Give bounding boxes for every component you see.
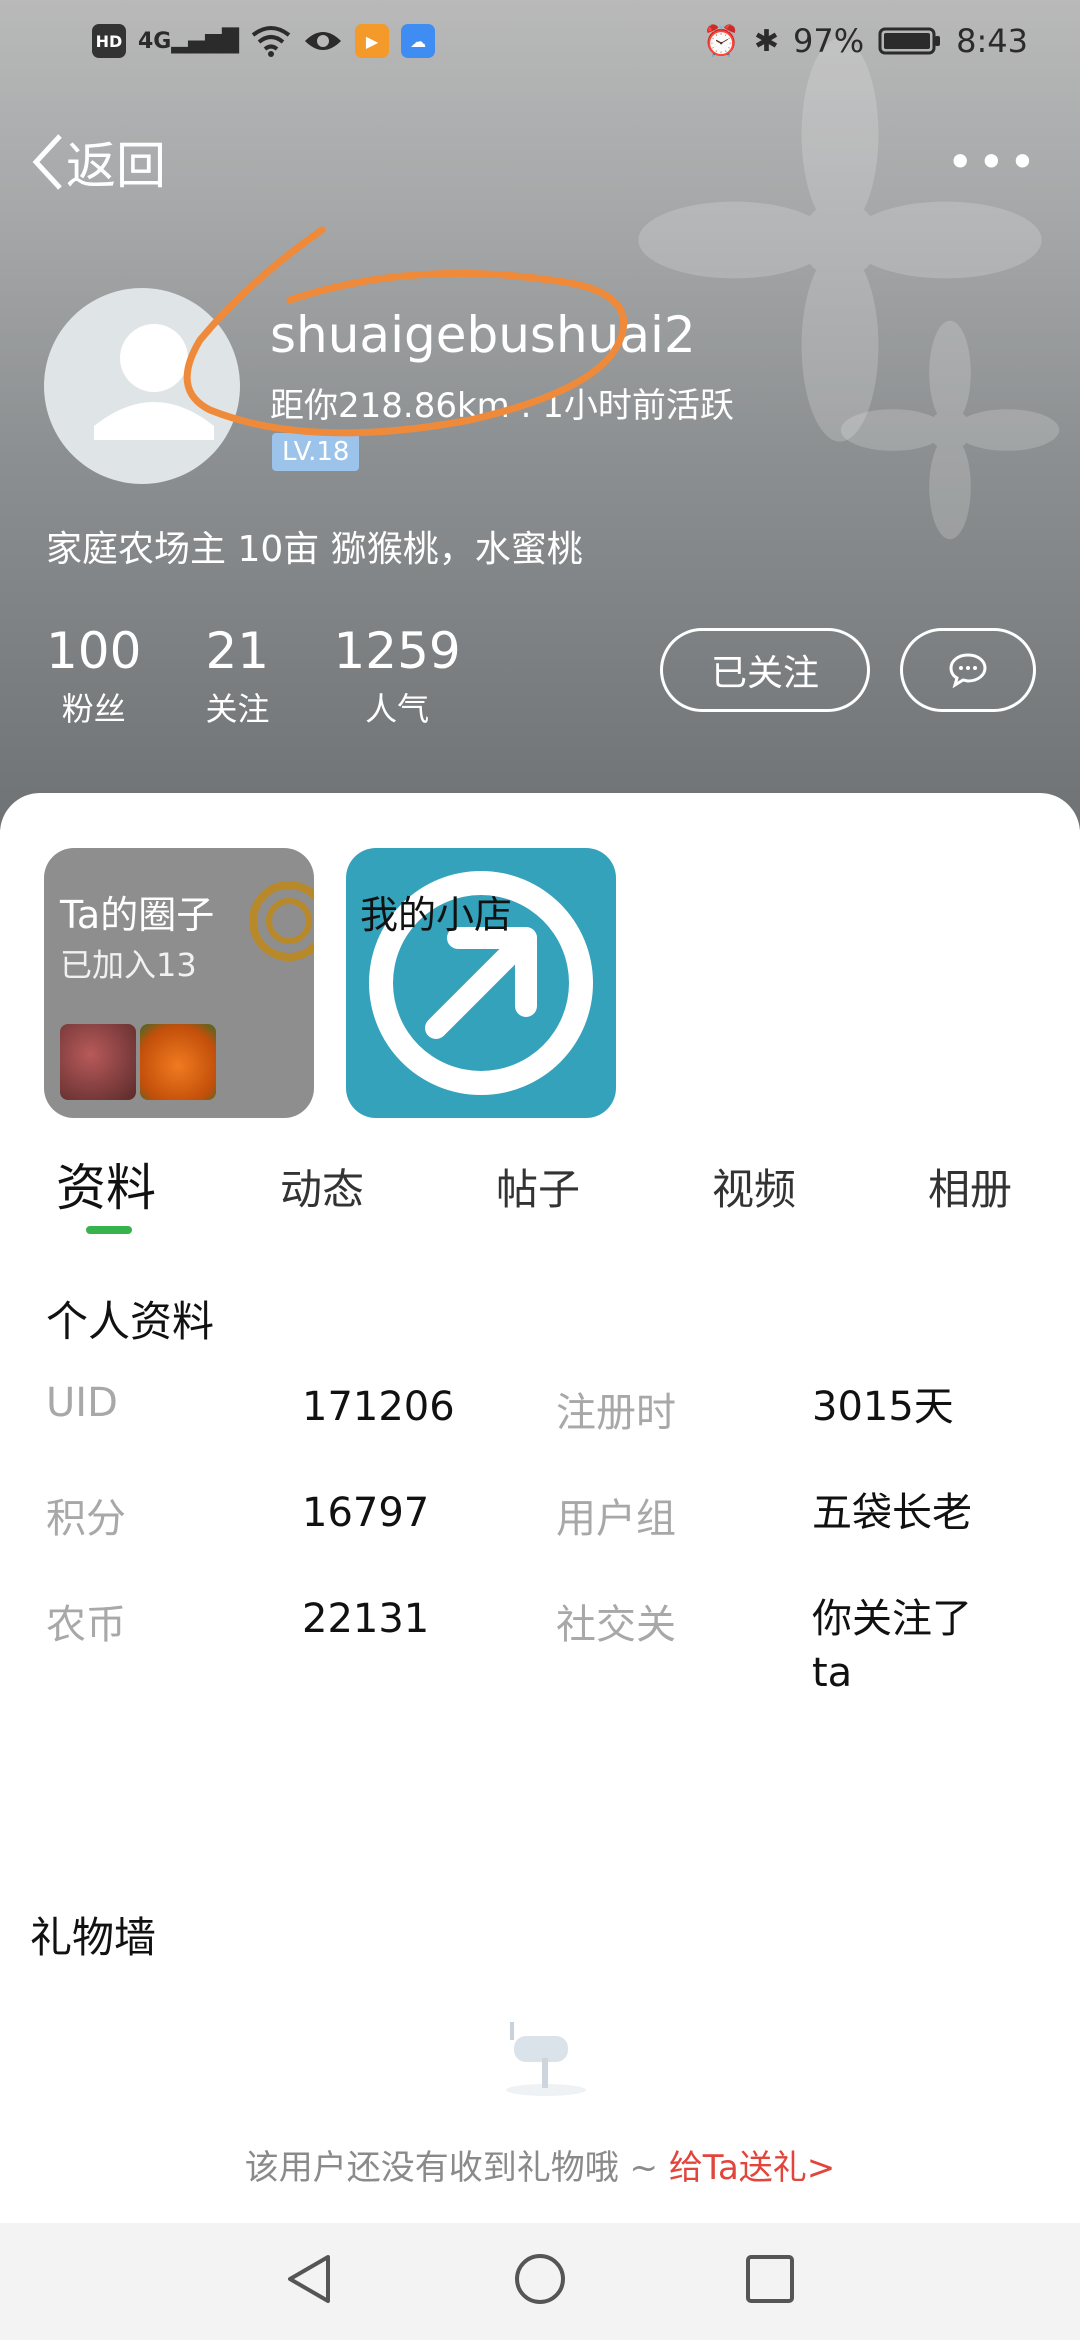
profile-tabs: 资料 动态 帖子 视频 相册 <box>0 1148 1080 1238</box>
network-type: 4G <box>138 28 172 54</box>
mailbox-icon <box>506 2022 586 2096</box>
username: shuaigebushuai2 <box>270 306 696 364</box>
nav-home-icon[interactable] <box>512 2251 568 2307</box>
chevron-left-icon <box>32 134 62 190</box>
followers-stat[interactable]: 100 粉丝 <box>46 622 141 730</box>
popularity-count: 1259 <box>333 622 461 680</box>
chat-bubble-icon <box>949 653 987 688</box>
info-value: 16797 <box>302 1490 430 1536</box>
avatar[interactable] <box>44 288 240 484</box>
info-key: 积分 <box>46 1496 126 1542</box>
info-value: 171206 <box>302 1384 455 1430</box>
wifi-icon <box>251 26 291 57</box>
tab-profile[interactable]: 资料 <box>56 1148 156 1220</box>
following-label: 关注 <box>205 690 270 728</box>
popularity-label: 人气 <box>365 690 430 728</box>
pumpkin-thumbnail <box>140 1024 216 1100</box>
bluetooth-icon: ✱ <box>753 23 780 59</box>
sweet-potato-thumbnail <box>60 1024 136 1100</box>
distance-activity: 距你218.86km . 1小时前活跃 <box>270 386 734 426</box>
video-app-icon: ▶ <box>355 24 390 58</box>
active-tab-indicator <box>86 1226 132 1234</box>
user-bio: 家庭农场主 10亩 猕猴桃，水蜜桃 <box>46 529 583 570</box>
info-value: 五袋长老 <box>812 1490 972 1536</box>
circle-title: Ta的圈子 <box>60 893 215 937</box>
gift-empty-text: 该用户还没有收到礼物哦 ~ <box>244 2148 669 2188</box>
followers-label: 粉丝 <box>61 690 126 728</box>
user-stats: 100 粉丝 21 关注 1259 人气 <box>46 622 461 730</box>
system-nav-bar <box>0 2223 1080 2340</box>
back-label: 返回 <box>66 137 166 195</box>
followed-label: 已关注 <box>710 653 819 694</box>
followers-count: 100 <box>46 622 142 680</box>
info-key: 用户组 <box>556 1496 676 1542</box>
back-button[interactable]: 返回 <box>30 126 166 198</box>
more-icon: ••• <box>946 135 1040 189</box>
shop-title: 我的小店 <box>360 893 513 937</box>
info-value: 3015天 <box>812 1384 954 1430</box>
nav-back-icon[interactable] <box>284 2251 334 2307</box>
more-options-button[interactable]: ••• <box>947 135 1040 189</box>
gift-empty-message: 该用户还没有收到礼物哦 ~ 给Ta送礼> <box>0 2140 1080 2189</box>
nav-recents-icon[interactable] <box>744 2251 796 2307</box>
status-bar: HD 4G▂▄▆█ ▶ ☁ ⏰ ✱ 97% 8:43 <box>0 0 1080 86</box>
battery-percent: 97% <box>793 22 865 60</box>
section-title-profile: 个人资料 <box>46 1297 215 1346</box>
circle-ring-icon <box>249 881 314 961</box>
alarm-icon: ⏰ <box>702 23 740 59</box>
info-key: 农币 <box>46 1602 126 1648</box>
level-badge: LV.18 <box>272 433 360 471</box>
tab-activity[interactable]: 动态 <box>280 1156 364 1217</box>
tab-posts[interactable]: 帖子 <box>496 1156 580 1217</box>
eye-icon <box>305 32 342 50</box>
signal-4g-icon: 4G▂▄▆█ <box>138 28 240 54</box>
flower-decoration <box>840 320 1060 540</box>
circle-tile[interactable]: Ta的圈子 已加入13 <box>44 848 314 1118</box>
following-count: 21 <box>205 622 270 680</box>
clock: 8:43 <box>956 22 1028 60</box>
info-key: 社交关 <box>556 1602 676 1648</box>
following-stat[interactable]: 21 关注 <box>205 622 269 730</box>
info-value: 你关注了ta <box>812 1596 972 1696</box>
tab-album[interactable]: 相册 <box>928 1156 1012 1217</box>
battery-icon <box>878 27 941 55</box>
cloud-app-icon: ☁ <box>401 24 436 58</box>
info-key: UID <box>46 1380 118 1426</box>
circle-joined-count: 已加入13 <box>60 946 197 984</box>
tab-videos[interactable]: 视频 <box>712 1156 796 1217</box>
followed-button[interactable]: 已关注 <box>660 628 870 712</box>
default-user-icon <box>94 324 214 440</box>
shop-tile[interactable]: 我的小店 <box>346 848 616 1118</box>
info-key: 注册时 <box>556 1390 676 1436</box>
message-button[interactable] <box>900 628 1036 712</box>
popularity-stat[interactable]: 1259 人气 <box>333 622 460 730</box>
info-value: 22131 <box>302 1596 430 1642</box>
section-title-gift-wall: 礼物墙 <box>30 1913 157 1962</box>
send-gift-link[interactable]: 给Ta送礼> <box>669 2148 835 2188</box>
hd-icon: HD <box>92 24 126 58</box>
